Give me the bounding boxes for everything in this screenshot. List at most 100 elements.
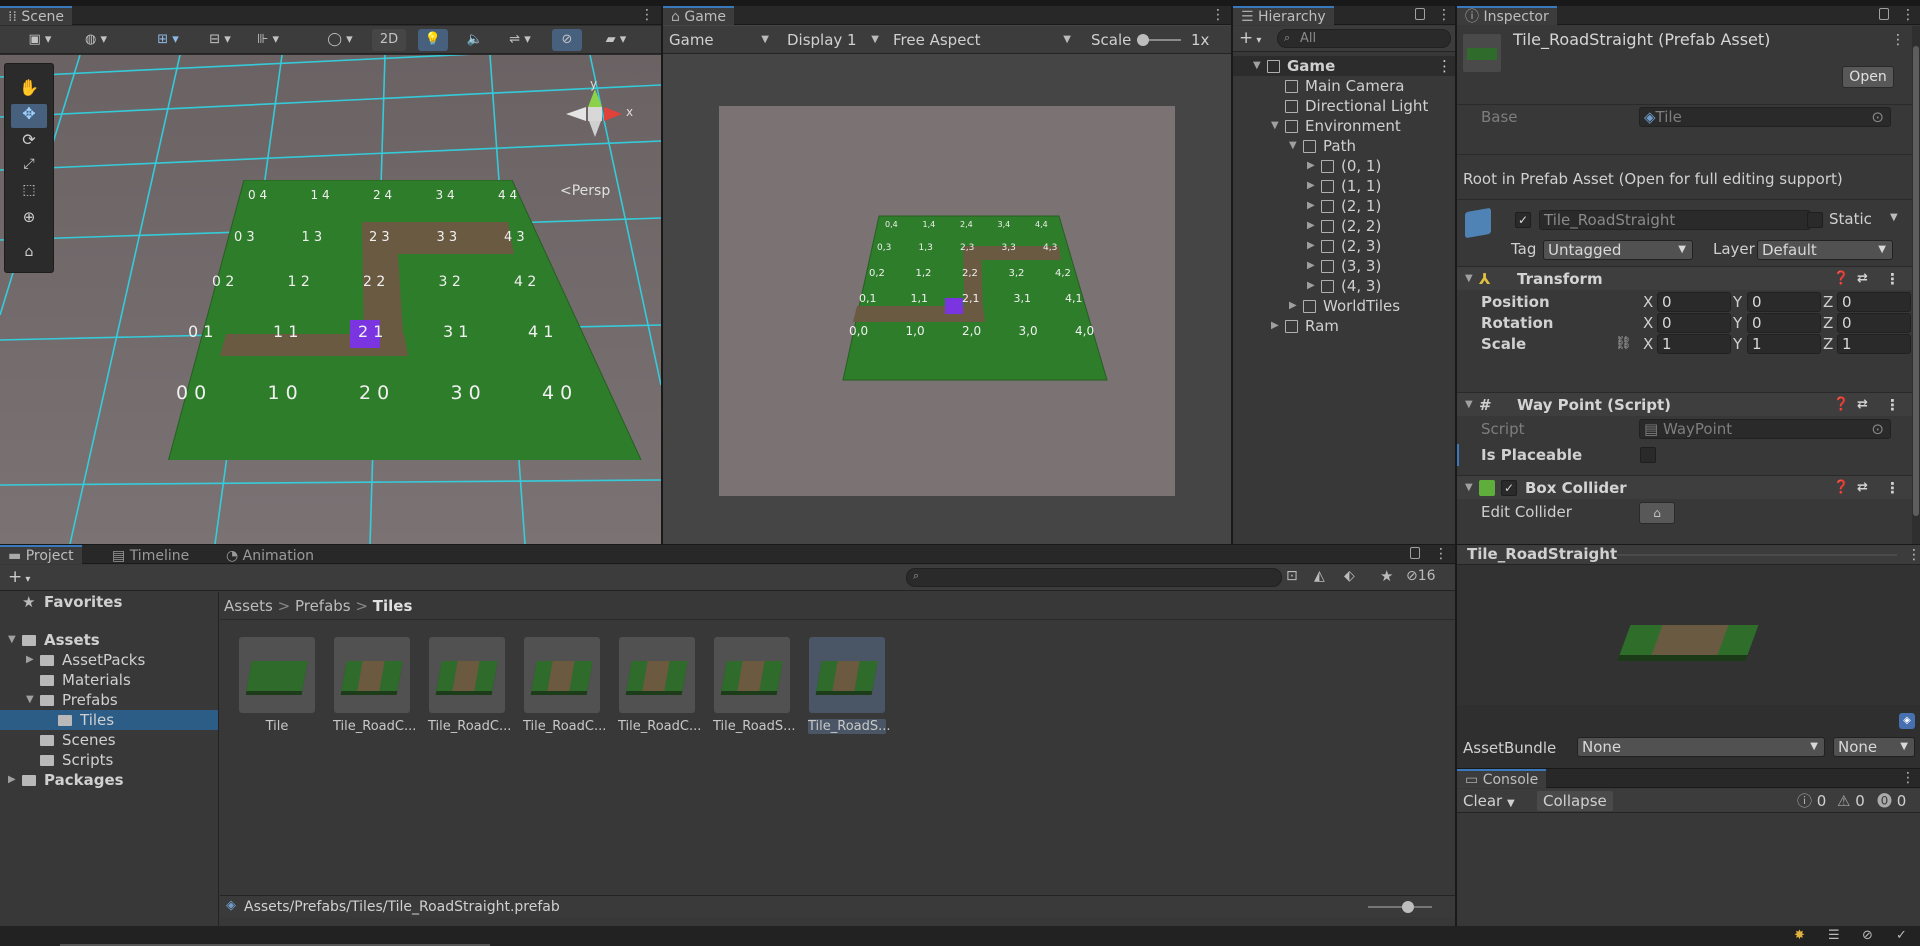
collapse-arrow-icon[interactable]: ▶ <box>1289 296 1297 316</box>
boxcollider-kebab-icon[interactable]: ⋮ <box>1885 476 1900 500</box>
move-tool-icon[interactable]: ✥ <box>11 104 47 128</box>
waypoint-kebab-icon[interactable]: ⋮ <box>1885 393 1900 417</box>
breadcrumb-tiles[interactable]: Tiles <box>373 597 413 615</box>
hierarchy-item[interactable]: ▶ (2, 2) <box>1233 216 1455 236</box>
static-dropdown-icon[interactable]: ▼ <box>1890 212 1898 223</box>
grid-visibility-icon[interactable]: ⊟ ▾ <box>198 29 242 51</box>
transform-scale-x-field[interactable]: 1 <box>1657 334 1731 354</box>
asset-item[interactable]: Tile_RoadC... <box>428 637 511 734</box>
expand-arrow-icon[interactable]: ▼ <box>8 630 16 650</box>
transform-position-z-field[interactable]: 0 <box>1837 292 1911 312</box>
preset-icon[interactable]: ⇄ <box>1857 267 1868 291</box>
game-kebab-icon[interactable]: ⋮ <box>1211 8 1225 22</box>
collapse-arrow-icon[interactable]: ▶ <box>1307 176 1315 196</box>
transform-rotation-z-field[interactable]: 0 <box>1837 313 1911 333</box>
transform-tool-icon[interactable]: ⊕ <box>11 208 47 230</box>
project-tree-item[interactable]: ▼ Prefabs <box>0 690 218 710</box>
static-checkbox[interactable] <box>1807 212 1823 228</box>
project-lock-icon[interactable] <box>1410 547 1420 559</box>
scale-slider-handle[interactable] <box>1137 34 1149 46</box>
target-icon[interactable]: ⊙ <box>1871 108 1884 126</box>
edit-collider-button[interactable]: ⌂ <box>1639 502 1675 524</box>
search-by-type-icon[interactable]: ⊡ <box>1286 568 1298 584</box>
collapse-arrow-icon[interactable]: ▶ <box>1271 316 1279 336</box>
hierarchy-item[interactable]: ▼ Path <box>1233 136 1455 156</box>
thumbnail-size-slider[interactable] <box>1368 901 1432 913</box>
breadcrumb-assets[interactable]: Assets <box>224 597 273 615</box>
tab-console[interactable]: ▭ Console <box>1457 769 1547 788</box>
help-icon[interactable]: ❓ <box>1833 267 1849 291</box>
shading-mode-icon[interactable]: ▣ ▾ <box>20 29 60 51</box>
open-button[interactable]: Open <box>1842 66 1894 88</box>
waypoint-header[interactable]: ▼ # Way Point (Script) ❓ ⇄ ⋮ <box>1457 392 1912 416</box>
hierarchy-item[interactable]: ▶ (4, 3) <box>1233 276 1455 296</box>
info-count[interactable]: ⓘ 0 <box>1797 789 1826 813</box>
hierarchy-item[interactable]: ▼ Environment <box>1233 116 1455 136</box>
project-tree-item[interactable]: ▶ AssetPacks <box>0 650 218 670</box>
tab-timeline[interactable]: ▤ Timeline <box>104 545 197 564</box>
hierarchy-item[interactable]: ▶ (3, 3) <box>1233 256 1455 276</box>
scene-kebab-icon[interactable]: ⋮ <box>1437 56 1452 76</box>
assetbundle-variant-dropdown[interactable]: None ▼ <box>1833 737 1915 757</box>
orientation-gizmo[interactable]: y x <box>552 77 642 157</box>
project-kebab-icon[interactable]: ⋮ <box>1434 547 1448 561</box>
expand-arrow-icon[interactable]: ▼ <box>1289 136 1297 156</box>
thumbnail-size-handle[interactable] <box>1402 901 1414 913</box>
check-status-icon[interactable]: ✓ <box>1896 928 1907 943</box>
scene-viewport[interactable]: 0 4 1 4 2 4 3 4 4 4 0 3 1 3 2 3 3 3 4 3 0 2 1 2 2 2 3… <box>0 55 661 544</box>
boxcollider-fold-icon[interactable]: ▼ <box>1465 476 1473 500</box>
hierarchy-item[interactable]: ▶ Ram <box>1233 316 1455 336</box>
hierarchy-item[interactable]: ▼ Game ⋮ <box>1233 56 1455 76</box>
asset-kebab-icon[interactable]: ⋮ <box>1891 32 1905 48</box>
audio-toggle-icon[interactable]: 🔈 <box>462 29 488 51</box>
transform-scale-z-field[interactable]: 1 <box>1837 334 1911 354</box>
project-add-button[interactable]: + ▾ <box>8 567 30 587</box>
layer-dropdown[interactable]: Default ▼ <box>1757 240 1893 260</box>
expand-arrow-icon[interactable]: ▼ <box>26 690 34 710</box>
cache-status-icon[interactable]: ☰ <box>1828 928 1840 943</box>
transform-rotation-x-field[interactable]: 0 <box>1657 313 1731 333</box>
inspector-lock-icon[interactable] <box>1879 8 1889 20</box>
collapse-arrow-icon[interactable]: ▶ <box>1307 216 1315 236</box>
render-mode-icon[interactable]: ◯ ▾ <box>318 29 362 51</box>
tab-scene[interactable]: ⁞⁞ Scene <box>0 6 73 25</box>
collapse-arrow-icon[interactable]: ▶ <box>1307 256 1315 276</box>
preview-model[interactable] <box>1457 565 1920 705</box>
tab-project[interactable]: ▬ Project <box>0 545 82 564</box>
collapse-arrow-icon[interactable]: ▶ <box>1307 156 1315 176</box>
project-tree-item[interactable]: Materials <box>0 670 218 690</box>
collapse-button[interactable]: Collapse <box>1537 791 1613 811</box>
scale-tool-icon[interactable]: ⤢ <box>11 156 47 178</box>
network-status-icon[interactable]: ⊘ <box>1862 928 1873 943</box>
collapse-arrow-icon[interactable]: ▶ <box>26 650 34 670</box>
game-mode-dropdown[interactable]: Game ▼ <box>663 29 775 51</box>
placeable-checkbox[interactable] <box>1640 447 1656 463</box>
hierarchy-add-button[interactable]: + ▾ <box>1239 28 1261 48</box>
waypoint-help-icon[interactable]: ❓ <box>1833 393 1849 417</box>
hierarchy-item[interactable]: Main Camera <box>1233 76 1455 96</box>
draw-mode-icon[interactable]: ◍ ▾ <box>74 29 118 51</box>
grid-snap-icon[interactable]: ⊞ ▾ <box>146 29 190 51</box>
project-tree-item[interactable]: ★ Favorites <box>0 592 218 612</box>
favorite-star-icon[interactable]: ★ <box>1380 567 1393 585</box>
increment-snap-icon[interactable]: ⊪ ▾ <box>246 29 290 51</box>
2d-toggle-button[interactable]: 2D <box>372 29 406 51</box>
hierarchy-kebab-icon[interactable]: ⋮ <box>1437 8 1451 22</box>
asset-item[interactable]: Tile_RoadC... <box>333 637 416 734</box>
camera-settings-icon[interactable]: ▰ ▾ <box>594 29 638 51</box>
lighting-status-icon[interactable]: ✸ <box>1794 928 1805 943</box>
collapse-arrow-icon[interactable]: ▶ <box>1307 236 1315 256</box>
hierarchy-item[interactable]: ▶ WorldTiles <box>1233 296 1455 316</box>
project-tree-item[interactable]: Scenes <box>0 730 218 750</box>
collapse-arrow-icon[interactable]: ▶ <box>8 770 16 790</box>
boxcollider-preset-icon[interactable]: ⇄ <box>1857 476 1868 500</box>
transform-position-y-field[interactable]: 0 <box>1747 292 1821 312</box>
rotate-tool-icon[interactable]: ⟳ <box>11 130 47 152</box>
tab-animation[interactable]: ◔ Animation <box>218 545 322 564</box>
waypoint-fold-icon[interactable]: ▼ <box>1465 393 1473 417</box>
asset-item[interactable]: Tile_RoadC... <box>523 637 606 734</box>
script-target-icon[interactable]: ⊙ <box>1871 420 1884 438</box>
rect-tool-icon[interactable]: ⬚ <box>11 182 47 204</box>
project-tree-item[interactable]: ▼ Assets <box>0 630 218 650</box>
collapse-arrow-icon[interactable]: ▶ <box>1307 196 1315 216</box>
